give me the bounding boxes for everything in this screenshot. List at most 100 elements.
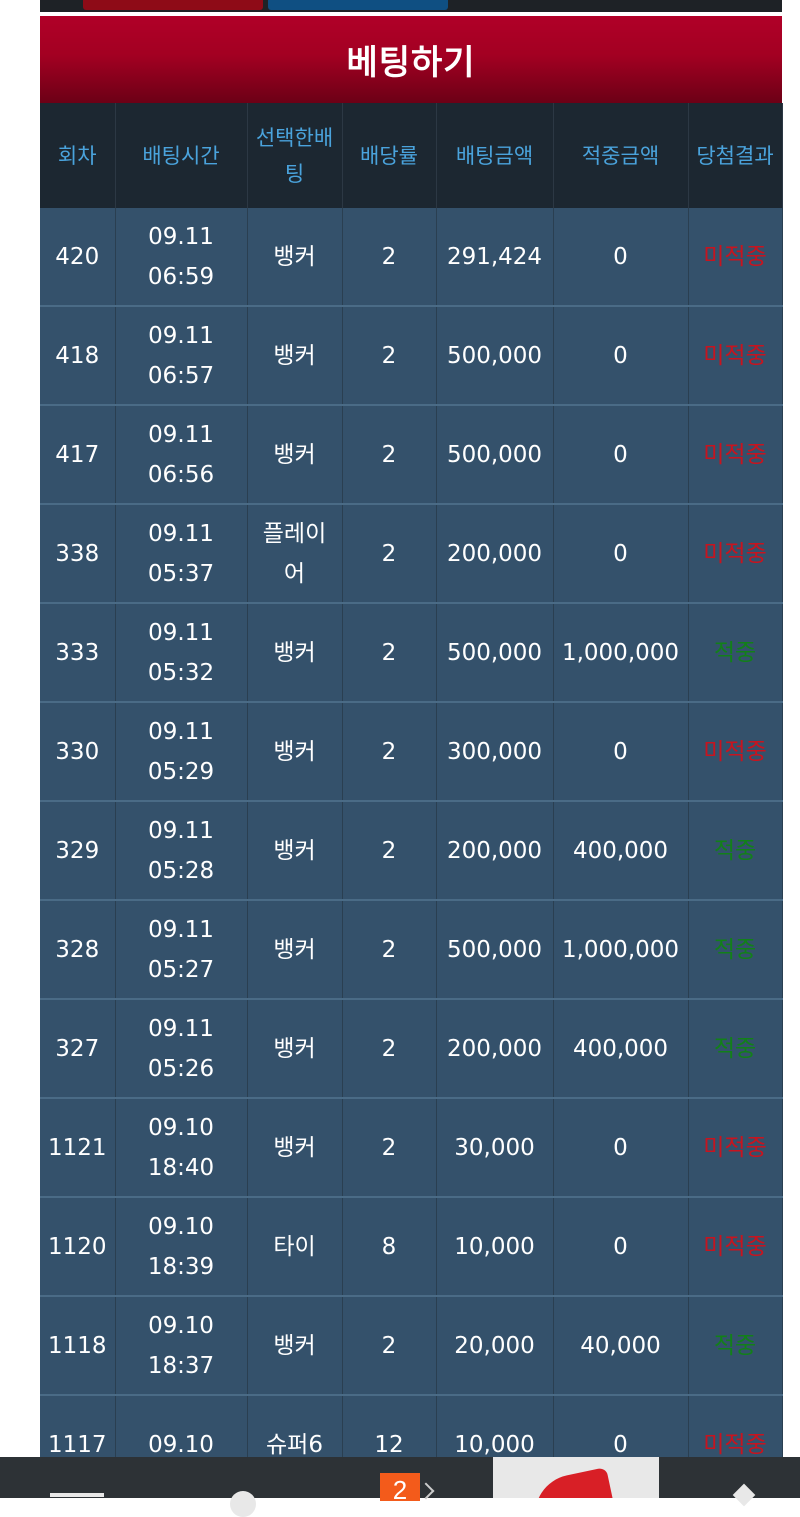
table-row: 420 09.11 06:59 뱅커 2 291,424 0 미적중 — [40, 208, 783, 307]
pick-pick: 뱅커 — [273, 342, 316, 369]
win-amount-cell: 0 — [553, 405, 689, 505]
time-cell: 09.11 06:56 — [115, 405, 248, 505]
pick-pick: 뱅커 — [273, 639, 316, 666]
result-result: 적중 — [713, 639, 757, 666]
win-amount-cell: 0 — [553, 1098, 689, 1198]
pick-pick: 플레이어 — [262, 520, 327, 587]
bet-amount-cell: 500,000 — [436, 405, 554, 505]
odds-odds: 2 — [381, 342, 397, 369]
win-amount-cell: 1,000,000 — [553, 900, 689, 1000]
pick-cell: 뱅커 — [247, 603, 343, 703]
page-title: 베팅하기 — [40, 16, 782, 103]
edit-icon[interactable] — [732, 1483, 756, 1507]
win-amount-win: 0 — [613, 1431, 628, 1458]
odds-odds: 2 — [381, 1035, 397, 1062]
home-icon[interactable] — [230, 1491, 256, 1517]
win-amount-win: 1,000,000 — [561, 639, 680, 666]
notification-badge[interactable]: 2 — [380, 1473, 420, 1505]
app-thumbnail[interactable] — [493, 1457, 659, 1498]
time-date: 09.10 — [148, 1213, 214, 1240]
win-amount-win: 1,000,000 — [561, 936, 680, 963]
column-header-bet-amount: 배팅금액 — [436, 103, 554, 208]
column-header-odds: 배당률 — [342, 103, 437, 208]
round-round: 328 — [55, 936, 100, 963]
bet-amount-cell: 300,000 — [436, 702, 554, 802]
time-time: 05:26 — [147, 1055, 215, 1082]
column-header-result: 당첨결과 — [688, 103, 783, 208]
table-row: 1121 09.10 18:40 뱅커 2 30,000 0 미적중 — [40, 1098, 783, 1198]
time-date: 09.11 — [148, 421, 214, 448]
win-amount-win: 0 — [613, 243, 628, 270]
pick-pick: 뱅커 — [273, 1134, 316, 1161]
odds-odds: 2 — [381, 837, 397, 864]
win-amount-win: 0 — [613, 342, 628, 369]
pick-cell: 플레이어 — [247, 504, 343, 604]
table-header-row: 회차 배팅시간 선택한배팅 배당률 배팅금액 적중금액 당첨결과 — [40, 103, 783, 208]
bet-amount-cell: 20,000 — [436, 1296, 554, 1396]
time-time: 05:28 — [147, 857, 215, 884]
top-blue-button[interactable] — [268, 0, 448, 10]
result-result: 적중 — [713, 1332, 757, 1359]
time-time: 05:27 — [147, 956, 215, 983]
bet-amount-bet: 10,000 — [454, 1233, 535, 1260]
odds-cell: 2 — [342, 603, 437, 703]
odds-cell: 2 — [342, 702, 437, 802]
round-cell: 420 — [40, 208, 116, 307]
time-date: 09.11 — [148, 718, 214, 745]
result-cell: 미적중 — [688, 702, 783, 802]
pick-cell: 뱅커 — [247, 900, 343, 1000]
bet-amount-cell: 500,000 — [436, 603, 554, 703]
odds-cell: 2 — [342, 801, 437, 901]
time-cell: 09.11 05:32 — [115, 603, 248, 703]
odds-odds: 12 — [374, 1431, 404, 1458]
result-cell: 미적중 — [688, 1197, 783, 1297]
win-amount-cell: 0 — [553, 1197, 689, 1297]
round-round: 417 — [55, 441, 100, 468]
odds-cell: 2 — [342, 405, 437, 505]
round-round: 1118 — [47, 1332, 107, 1359]
top-red-button[interactable] — [83, 0, 263, 10]
round-cell: 1120 — [40, 1197, 116, 1297]
result-result: 적중 — [713, 1035, 757, 1062]
time-cell: 09.11 05:26 — [115, 999, 248, 1099]
bet-amount-cell: 500,000 — [436, 306, 554, 406]
time-time: 05:32 — [147, 659, 215, 686]
round-cell: 333 — [40, 603, 116, 703]
win-amount-cell: 0 — [553, 306, 689, 406]
round-round: 1121 — [47, 1134, 107, 1161]
odds-odds: 2 — [381, 639, 397, 666]
win-amount-cell: 0 — [553, 504, 689, 604]
bottom-navigation-bar: 2 — [0, 1457, 800, 1517]
odds-odds: 2 — [381, 540, 397, 567]
result-cell: 적중 — [688, 603, 783, 703]
round-cell: 418 — [40, 306, 116, 406]
column-header-time: 배팅시간 — [115, 103, 248, 208]
time-cell: 09.11 05:37 — [115, 504, 248, 604]
odds-cell: 2 — [342, 306, 437, 406]
time-cell: 09.10 18:39 — [115, 1197, 248, 1297]
time-time: 05:37 — [147, 560, 215, 587]
table-row: 1120 09.10 18:39 타이 8 10,000 0 미적중 — [40, 1197, 783, 1297]
pick-pick: 뱅커 — [273, 243, 316, 270]
time-time: 05:29 — [147, 758, 215, 785]
pick-cell: 뱅커 — [247, 208, 343, 307]
chevron-right-icon — [417, 1482, 435, 1500]
result-result: 미적중 — [703, 1134, 767, 1161]
bet-amount-bet: 500,000 — [446, 441, 543, 468]
odds-cell: 2 — [342, 1296, 437, 1396]
betting-history-table: 회차 배팅시간 선택한배팅 배당률 배팅금액 적중금액 당첨결과 420 09.1… — [40, 103, 783, 1495]
time-cell: 09.11 05:28 — [115, 801, 248, 901]
result-result: 미적중 — [703, 1431, 767, 1458]
bet-amount-cell: 200,000 — [436, 801, 554, 901]
odds-cell: 2 — [342, 1098, 437, 1198]
time-date: 09.10 — [148, 1431, 214, 1458]
menu-icon[interactable] — [50, 1493, 104, 1497]
table-row: 338 09.11 05:37 플레이어 2 200,000 0 미적중 — [40, 504, 783, 604]
pick-cell: 뱅커 — [247, 405, 343, 505]
time-date: 09.11 — [148, 1015, 214, 1042]
win-amount-win: 0 — [613, 1233, 628, 1260]
pick-pick: 슈퍼6 — [266, 1431, 323, 1458]
result-cell: 미적중 — [688, 504, 783, 604]
bet-amount-cell: 200,000 — [436, 504, 554, 604]
pick-cell: 뱅커 — [247, 1296, 343, 1396]
